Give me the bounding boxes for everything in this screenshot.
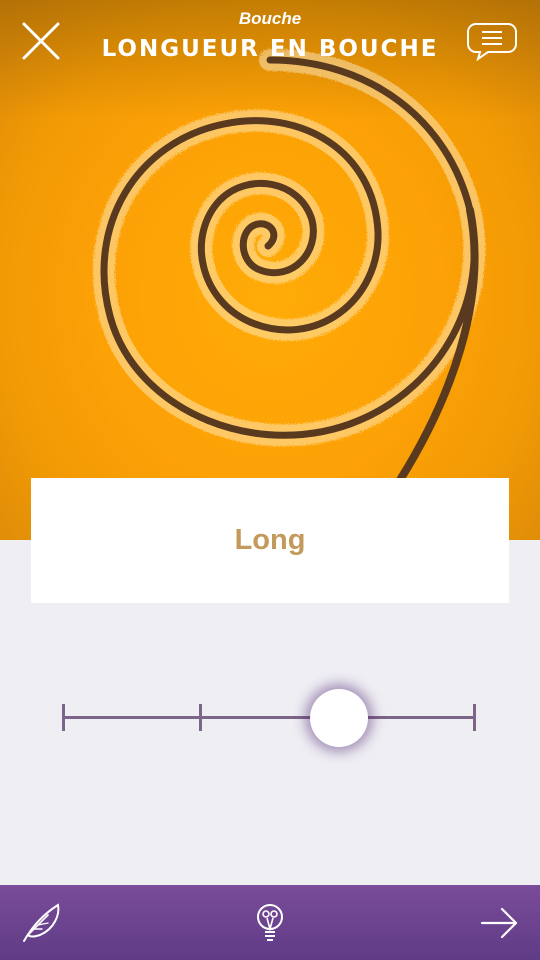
page-title: Longueur en bouche xyxy=(101,36,439,62)
bottom-bar xyxy=(0,885,540,960)
spiral-illustration xyxy=(93,49,486,484)
slider-track[interactable] xyxy=(62,716,476,719)
next-button[interactable] xyxy=(476,899,524,947)
slider-tick[interactable] xyxy=(62,704,65,731)
lightbulb-icon xyxy=(257,904,283,941)
notes-button[interactable] xyxy=(18,899,66,947)
feather-icon xyxy=(23,903,60,942)
slider-handle[interactable] xyxy=(310,689,369,747)
menu-icon xyxy=(467,23,517,62)
hint-button[interactable] xyxy=(246,899,294,947)
slider-tick[interactable] xyxy=(473,704,476,731)
value-card: Long xyxy=(31,478,509,603)
hero-illustration xyxy=(0,0,540,540)
top-bar: Bouche Longueur en bouche xyxy=(0,0,540,80)
arrow-right-icon xyxy=(480,907,518,939)
page-subtitle: Bouche xyxy=(238,9,302,28)
slider-tick[interactable] xyxy=(199,704,202,731)
length-slider[interactable] xyxy=(62,688,476,748)
value-label: Long xyxy=(234,524,306,556)
menu-button[interactable] xyxy=(466,20,518,62)
